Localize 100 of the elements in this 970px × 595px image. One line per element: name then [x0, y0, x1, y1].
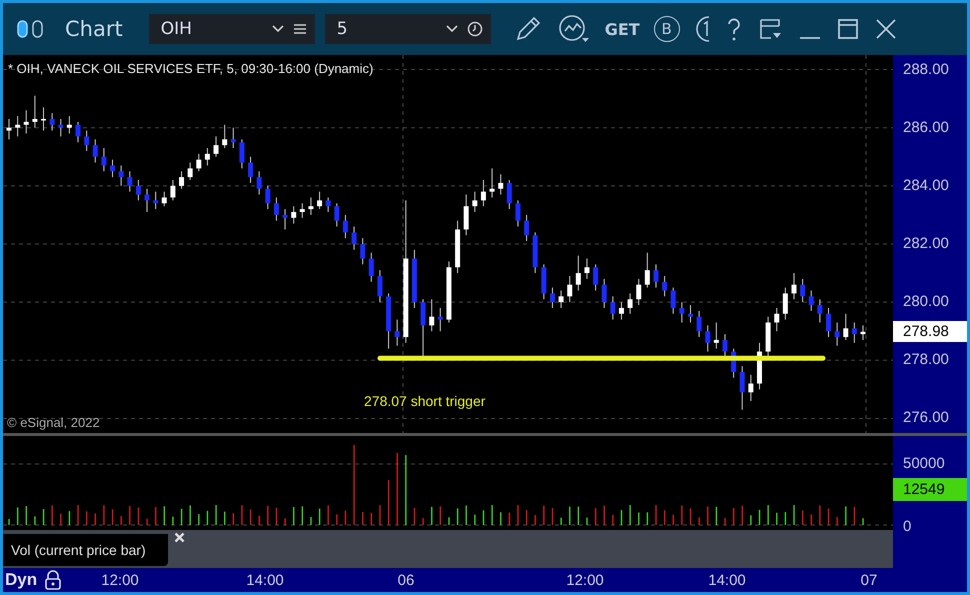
close-icon[interactable] [174, 532, 185, 543]
candlestick [153, 191, 158, 210]
candlestick [558, 290, 564, 308]
candlestick [118, 164, 124, 186]
candlestick [274, 196, 279, 222]
axis-label: 282.00 [903, 235, 949, 252]
axis-label: 284.00 [903, 176, 949, 194]
candlestick [843, 313, 848, 340]
current-volume-label: 12549 [893, 478, 967, 501]
axis-label: 50000 [903, 455, 945, 472]
candlestick [256, 170, 262, 196]
candlestick [24, 110, 29, 134]
time-label: 14:00 [708, 572, 746, 589]
axis-label: 0 [903, 518, 912, 535]
close-icon[interactable] [874, 17, 898, 41]
candlestick [420, 298, 426, 358]
candlestick [679, 302, 684, 324]
candlestick [636, 278, 642, 306]
candlestick [239, 138, 244, 169]
candlestick [248, 156, 254, 184]
candlestick [584, 258, 590, 280]
candlestick [714, 322, 719, 350]
layout-icon[interactable] [758, 16, 784, 42]
axis-label: 276.00 [903, 409, 949, 426]
trigger-line[interactable] [378, 356, 826, 361]
candlestick [550, 287, 555, 308]
copyright-text: © eSignal, 2022 [7, 415, 100, 430]
candlestick [222, 124, 228, 149]
time-label: 12:00 [101, 572, 139, 589]
candlestick [524, 214, 530, 242]
time-label: 14:00 [246, 572, 284, 589]
chart-header: * OIH, VANECK OIL SERVICES ETF, 5, 09:30-16:00 (Dynamic) [8, 61, 374, 76]
candlestick [32, 95, 38, 128]
list-icon[interactable] [292, 23, 307, 35]
candlestick [179, 170, 184, 190]
candlestick [170, 180, 176, 201]
candlestick [791, 272, 796, 300]
candlestick [782, 287, 788, 320]
axis-label: 286.00 [903, 118, 949, 136]
lock-icon[interactable] [44, 570, 62, 590]
candlestick [282, 208, 288, 230]
candlestick [464, 194, 469, 236]
candlestick [101, 148, 106, 172]
candlestick [567, 275, 572, 303]
annotation-text: 278.07 short trigger [364, 393, 486, 409]
candlestick [265, 185, 270, 210]
candlestick [6, 118, 12, 140]
candlestick [515, 200, 520, 228]
candlestick [472, 191, 478, 213]
candlestick [644, 252, 650, 288]
cut-off-icon[interactable] [694, 14, 710, 44]
candlestick [808, 290, 814, 312]
time-label: 07 [860, 572, 878, 589]
candlestick [144, 188, 150, 213]
candlestick [722, 334, 728, 358]
mode-label[interactable]: Dyn [5, 570, 38, 590]
candlestick [127, 170, 132, 192]
b-button[interactable]: B [654, 16, 680, 42]
candlestick [188, 162, 193, 181]
candlestick [748, 374, 754, 402]
candlestick [76, 121, 81, 143]
candlestick [326, 196, 331, 213]
candlestick [576, 255, 581, 292]
candlestick [196, 153, 202, 172]
axis-label: 288.00 [903, 60, 949, 78]
interval-field[interactable]: 5 [324, 14, 491, 44]
candlestick [136, 180, 141, 201]
candlestick [92, 138, 98, 164]
candlestick [653, 264, 658, 288]
candlestick [352, 226, 357, 250]
candlestick [110, 159, 116, 178]
time-label: 06 [398, 572, 414, 589]
maximize-icon[interactable] [836, 17, 860, 41]
current-price-label: 278.98 [893, 321, 967, 342]
clock-icon[interactable] [466, 21, 483, 37]
candlestick [438, 307, 443, 332]
candlestick [774, 307, 780, 332]
get-data-button[interactable]: GET [604, 20, 640, 38]
candlestick [602, 278, 607, 308]
candlestick [204, 148, 210, 166]
candlestick [300, 202, 305, 218]
candlestick [480, 180, 486, 207]
candlestick [50, 112, 55, 132]
window-title: Chart [65, 17, 123, 41]
candlestick [368, 252, 374, 282]
candlestick [696, 310, 702, 338]
candlestick [662, 275, 668, 297]
candlestick [817, 298, 822, 324]
candlestick [593, 264, 598, 292]
candlestick [628, 292, 633, 314]
candlestick [342, 214, 348, 239]
candlestick [429, 298, 434, 332]
chevron-down-icon [270, 24, 285, 34]
time-label: 12:00 [566, 572, 604, 589]
symbol-field[interactable]: OIH [148, 14, 315, 44]
legend-label: Vol (current price bar) [3, 534, 168, 566]
candlestick [162, 191, 167, 207]
study-legend[interactable]: Vol (current price bar) [3, 530, 893, 568]
candlestick [334, 202, 340, 228]
candlestick [826, 307, 831, 338]
